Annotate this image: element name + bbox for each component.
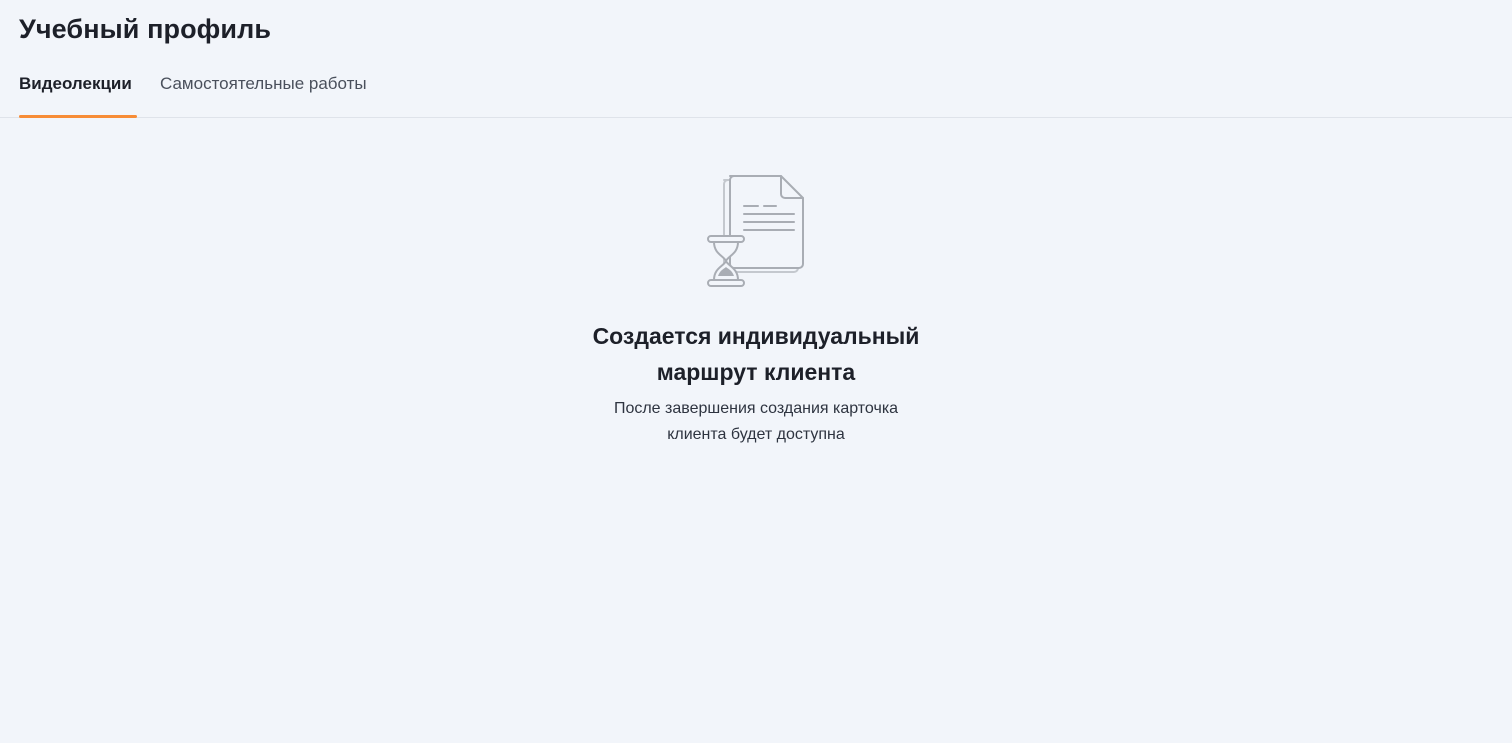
tab-independent-works[interactable]: Самостоятельные работы bbox=[160, 74, 367, 117]
empty-state-title-line: маршрут клиента bbox=[656, 359, 856, 385]
document-hourglass-icon bbox=[706, 170, 806, 290]
tab-bar: Видеолекции Самостоятельные работы bbox=[0, 64, 1512, 118]
empty-state-title-line: Создается индивидуальный bbox=[592, 323, 920, 349]
tab-videolectures[interactable]: Видеолекции bbox=[19, 74, 137, 118]
empty-state-title: Создается индивидуальный маршрут клиента bbox=[0, 318, 1512, 390]
empty-state-subtitle: После завершения создания карточка клиен… bbox=[0, 396, 1512, 448]
page: Учебный профиль Видеолекции Самостоятель… bbox=[0, 0, 1512, 743]
empty-state-subtitle-line: клиента будет доступна bbox=[667, 426, 845, 443]
empty-state-subtitle-line: После завершения создания карточка bbox=[613, 400, 899, 417]
empty-state: Создается индивидуальный маршрут клиента… bbox=[0, 170, 1512, 448]
page-title: Учебный профиль bbox=[19, 14, 272, 44]
